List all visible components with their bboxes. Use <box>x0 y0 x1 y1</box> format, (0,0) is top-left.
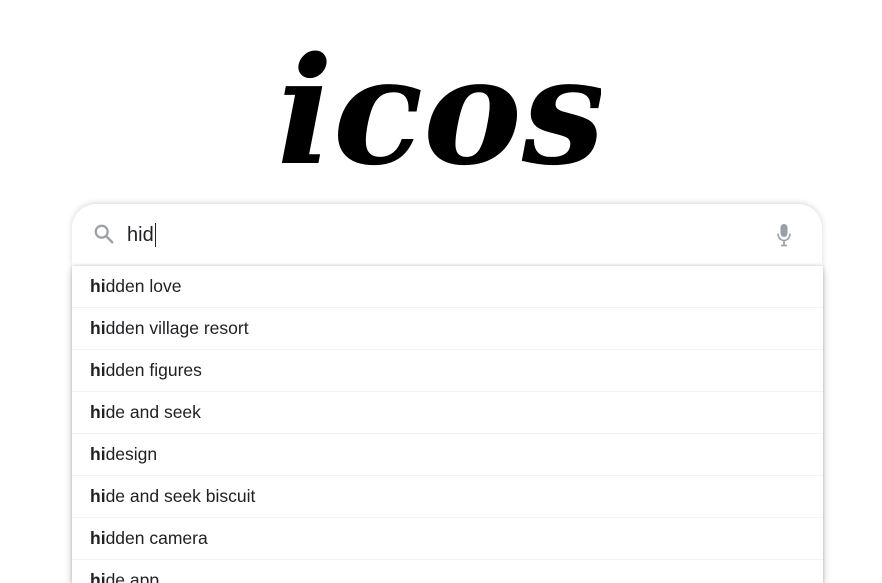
search-box[interactable]: hid <box>72 204 822 266</box>
search-input[interactable]: hid <box>127 222 156 248</box>
suggestion-item[interactable]: hi dden love <box>72 266 823 307</box>
suggestion-match: hi <box>90 402 106 422</box>
suggestion-item[interactable]: hi dden camera <box>72 517 823 559</box>
suggestions-list: hi dden love hi dden village resort hi dden… <box>72 266 823 583</box>
suggestion-match: hi <box>90 360 106 380</box>
logo: icos <box>0 28 882 188</box>
suggestion-item[interactable]: hi dden figures <box>72 349 823 391</box>
suggestion-item[interactable]: hi dden village resort <box>72 307 823 349</box>
suggestion-rest: dden love <box>105 276 182 296</box>
suggestion-item[interactable]: hi de and seek <box>72 391 823 433</box>
suggestion-match: hi <box>90 570 106 583</box>
suggestion-rest: de and seek biscuit <box>105 486 256 506</box>
suggestion-rest: de app <box>105 570 160 583</box>
logo-text: icos <box>281 28 601 188</box>
search-icon <box>94 224 114 244</box>
suggestion-rest: dden village resort <box>105 318 249 338</box>
suggestion-match: hi <box>90 444 106 464</box>
suggestion-rest: dden camera <box>105 528 208 548</box>
suggestion-match: hi <box>90 276 106 296</box>
suggestion-match: hi <box>90 528 106 548</box>
suggestion-rest: dden figures <box>105 360 202 380</box>
suggestion-rest: design <box>105 444 158 464</box>
logo-wordmark: icos <box>281 28 601 188</box>
suggestion-match: hi <box>90 318 106 338</box>
text-caret <box>154 223 156 247</box>
search-input-value: hid <box>127 223 154 246</box>
suggestion-match: hi <box>90 486 106 506</box>
suggestion-item[interactable]: hi design <box>72 433 823 475</box>
suggestion-item[interactable]: hi de app <box>72 559 823 583</box>
mic-icon[interactable] <box>776 223 792 247</box>
suggestion-item[interactable]: hi de and seek biscuit <box>72 475 823 517</box>
suggestion-rest: de and seek <box>105 402 201 422</box>
search-page: icos hid hi dden love hi dden village reso… <box>0 0 882 583</box>
